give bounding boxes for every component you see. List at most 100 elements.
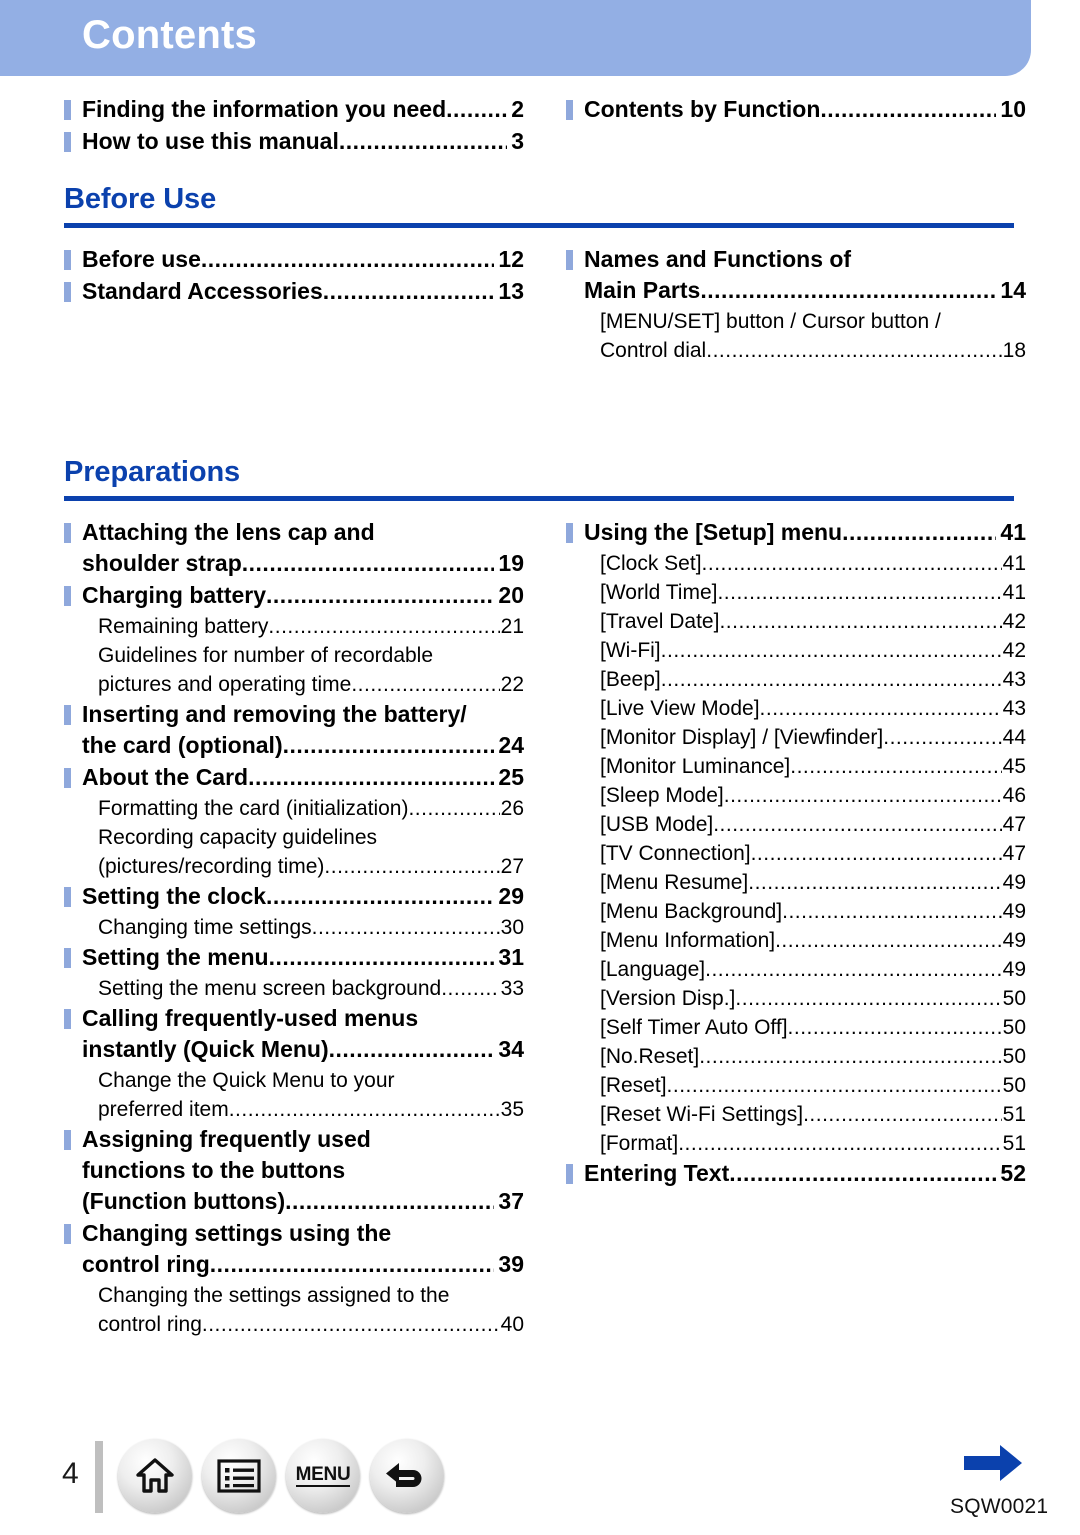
toc-main-entry[interactable]: Using the [Setup] menu 41 bbox=[566, 517, 1026, 548]
toc-sub-entry[interactable]: [Reset] 50 bbox=[566, 1071, 1026, 1100]
toc-sub-entry[interactable]: [Monitor Luminance] 45 bbox=[566, 752, 1026, 781]
toc-sub-entry[interactable]: [Self Timer Auto Off] 50 bbox=[566, 1013, 1026, 1042]
toc-sub-entry[interactable]: [World Time] 41 bbox=[566, 578, 1026, 607]
toc-page-number: 50 bbox=[1002, 1073, 1026, 1097]
toc-sub-entry[interactable]: [USB Mode] 47 bbox=[566, 810, 1026, 839]
toc-sub-entry[interactable]: Guidelines for number of recordable pictu… bbox=[64, 641, 524, 699]
toc-page-number: 52 bbox=[1000, 1159, 1026, 1186]
nav-contents-button[interactable] bbox=[202, 1439, 276, 1513]
toc-main-entry[interactable]: About the Card 25 bbox=[64, 762, 524, 793]
toc-entry-line: [USB Mode] 47 bbox=[600, 810, 1026, 839]
nav-back-button[interactable] bbox=[370, 1439, 444, 1513]
toc-sub-entry[interactable]: [Menu Background] 49 bbox=[566, 897, 1026, 926]
toc-entry-line: [Clock Set] 41 bbox=[600, 549, 1026, 578]
bullet-icon bbox=[64, 767, 71, 788]
toc-main-entry[interactable]: Before use 12 bbox=[64, 244, 524, 275]
toc-sub-entry[interactable]: [MENU/SET] button / Cursor button / Contr… bbox=[566, 307, 1026, 365]
toc-entry-line: Control dial 18 bbox=[600, 336, 1026, 365]
toc-entry-line: preferred item 35 bbox=[98, 1095, 524, 1124]
toc-main-entry[interactable]: Inserting and removing the battery/the c… bbox=[64, 699, 524, 761]
toc-intro-column-right: Contents by Function 10 bbox=[566, 94, 1026, 158]
section-header: Preparations bbox=[64, 456, 1014, 501]
toc-entry-line: (Function buttons) 37 bbox=[82, 1186, 524, 1217]
toc-main-entry[interactable]: Finding the information you need 2 bbox=[64, 94, 524, 125]
toc-entry-text: [Reset] bbox=[600, 1073, 667, 1097]
toc-dot-leader bbox=[329, 1034, 495, 1065]
toc-sub-entry[interactable]: [Version Disp.] 50 bbox=[566, 984, 1026, 1013]
toc-page-number: 3 bbox=[511, 128, 524, 154]
toc-entry-line: [Live View Mode] 43 bbox=[600, 694, 1026, 723]
toc-sub-entry[interactable]: [Monitor Display] / [Viewfinder] 44 bbox=[566, 723, 1026, 752]
toc-entry-lines: Assigning frequently used functions to th… bbox=[82, 1124, 524, 1217]
toc-sub-entry[interactable]: Remaining battery 21 bbox=[64, 612, 524, 641]
section-columns: Before use 12 Standard Accessories 13 Names … bbox=[0, 244, 1080, 365]
toc-sub-entry[interactable]: [Sleep Mode] 46 bbox=[566, 781, 1026, 810]
toc-sub-entry[interactable]: [Travel Date] 42 bbox=[566, 607, 1026, 636]
toc-sub-entry[interactable]: Setting the menu screen background 33 bbox=[64, 974, 524, 1003]
toc-entry-line: Changing the settings assigned to the bbox=[98, 1281, 524, 1310]
toc-sub-entry[interactable]: [Beep] 43 bbox=[566, 665, 1026, 694]
toc-entry-line: Guidelines for number of recordable bbox=[98, 641, 524, 670]
toc-dot-leader bbox=[705, 955, 1002, 984]
section-title: Before Use bbox=[64, 183, 217, 215]
toc-sub-entry[interactable]: [Live View Mode] 43 bbox=[566, 694, 1026, 723]
toc-entry-line: Setting the menu screen background 33 bbox=[98, 974, 524, 1003]
toc-sub-entry[interactable]: [Format] 51 bbox=[566, 1129, 1026, 1158]
toc-sub-entry[interactable]: [Menu Resume] 49 bbox=[566, 868, 1026, 897]
toc-entry-line: [TV Connection] 47 bbox=[600, 839, 1026, 868]
toc-entry-lines: [Self Timer Auto Off] 50 bbox=[600, 1013, 1026, 1042]
toc-entry-lines: Before use 12 bbox=[82, 244, 524, 275]
toc-sub-entry[interactable]: Changing time settings 30 bbox=[64, 913, 524, 942]
toc-entry-line: Attaching the lens cap and bbox=[82, 517, 524, 548]
toc-page-number: 21 bbox=[500, 614, 524, 638]
toc-section: Before Use Before use 12 Standard Accessori… bbox=[0, 183, 1080, 457]
toc-sub-entry[interactable]: Recording capacity guidelines (pictures/r… bbox=[64, 823, 524, 881]
toc-main-entry[interactable]: Charging battery 20 bbox=[64, 580, 524, 611]
toc-sub-entry[interactable]: [Wi-Fi] 42 bbox=[566, 636, 1026, 665]
toc-sub-entry[interactable]: [Menu Information] 49 bbox=[566, 926, 1026, 955]
toc-sub-entry[interactable]: [TV Connection] 47 bbox=[566, 839, 1026, 868]
toc-main-entry[interactable]: Names and Functions of Main Parts 14 bbox=[566, 244, 1026, 306]
toc-sub-entry[interactable]: [No.Reset] 50 bbox=[566, 1042, 1026, 1071]
toc-entry-text: Charging battery bbox=[82, 581, 267, 608]
toc-main-entry[interactable]: Setting the menu 31 bbox=[64, 942, 524, 973]
toc-page-number: 43 bbox=[1002, 667, 1026, 691]
toc-dot-leader bbox=[201, 244, 495, 275]
toc-entry-text: Remaining battery bbox=[98, 614, 269, 638]
toc-sub-entry[interactable]: [Reset Wi-Fi Settings] 51 bbox=[566, 1100, 1026, 1129]
toc-main-entry[interactable]: Contents by Function 10 bbox=[566, 94, 1026, 125]
toc-entry-line: instantly (Quick Menu) 34 bbox=[82, 1034, 524, 1065]
toc-main-entry[interactable]: Entering Text 52 bbox=[566, 1158, 1026, 1189]
toc-page-number: 26 bbox=[500, 796, 524, 820]
page-title: Contents bbox=[82, 13, 257, 57]
toc-sub-entry[interactable]: [Clock Set] 41 bbox=[566, 549, 1026, 578]
toc-sub-entry[interactable]: Change the Quick Menu to your preferred i… bbox=[64, 1066, 524, 1124]
toc-entry-lines: [TV Connection] 47 bbox=[600, 839, 1026, 868]
toc-main-entry[interactable]: Standard Accessories 13 bbox=[64, 276, 524, 307]
toc-main-entry[interactable]: Calling frequently-used menus instantly (… bbox=[64, 1003, 524, 1065]
toc-main-entry[interactable]: Changing settings using the control ring 3… bbox=[64, 1218, 524, 1280]
toc-entry-line: [Sleep Mode] 46 bbox=[600, 781, 1026, 810]
toc-entry-lines: Changing time settings 30 bbox=[98, 913, 524, 942]
nav-menu-button[interactable]: MENU bbox=[286, 1439, 360, 1513]
toc-sub-entry[interactable]: [Language] 49 bbox=[566, 955, 1026, 984]
toc-entry-lines: [Reset Wi-Fi Settings] 51 bbox=[600, 1100, 1026, 1129]
toc-sub-entry[interactable]: Formatting the card (initialization) 26 bbox=[64, 794, 524, 823]
toc-main-entry[interactable]: Setting the clock 29 bbox=[64, 881, 524, 912]
toc-entry-text: [TV Connection] bbox=[600, 841, 751, 865]
toc-entry-lines: [Sleep Mode] 46 bbox=[600, 781, 1026, 810]
toc-entry-text: Changing the settings assigned to the bbox=[98, 1283, 450, 1307]
toc-entry-text: Using the [Setup] menu bbox=[584, 518, 843, 545]
nav-home-button[interactable] bbox=[118, 1439, 192, 1513]
toc-main-entry[interactable]: How to use this manual 3 bbox=[64, 126, 524, 157]
toc-entry-lines: [Travel Date] 42 bbox=[600, 607, 1026, 636]
toc-page-number: 42 bbox=[1002, 609, 1026, 633]
list-icon bbox=[217, 1459, 261, 1493]
toc-main-entry[interactable]: Attaching the lens cap and shoulder strap… bbox=[64, 517, 524, 579]
toc-sub-entry[interactable]: Changing the settings assigned to the con… bbox=[64, 1281, 524, 1339]
toc-entry-text: Inserting and removing the battery/ bbox=[82, 700, 467, 727]
toc-page-number: 49 bbox=[1002, 899, 1026, 923]
toc-main-entry[interactable]: Assigning frequently used functions to th… bbox=[64, 1124, 524, 1217]
section-column-left: Before use 12 Standard Accessories 13 bbox=[64, 244, 524, 365]
toc-entry-lines: Attaching the lens cap and shoulder strap… bbox=[82, 517, 524, 579]
